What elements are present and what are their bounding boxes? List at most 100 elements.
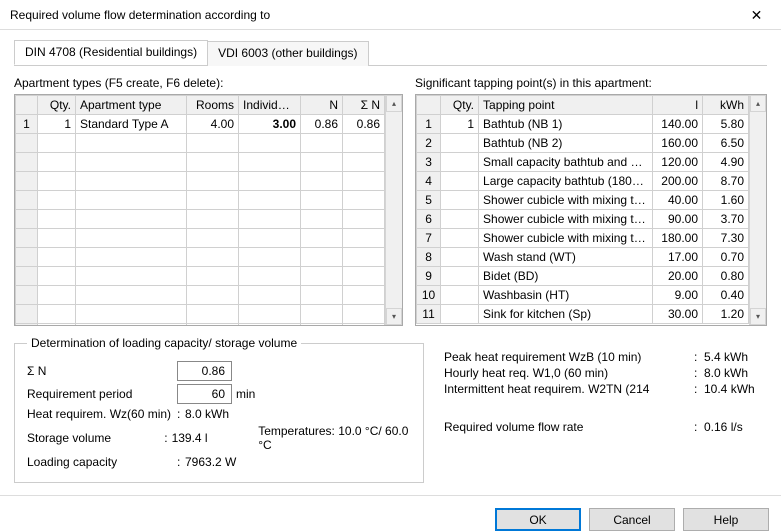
cell-l[interactable]: 200.00	[653, 172, 703, 191]
table-row[interactable]: 11Bathtub (NB 1)140.005.80	[417, 115, 749, 134]
cell-rooms[interactable]: 4.00	[187, 115, 239, 134]
cell-kwh[interactable]: 6.50	[703, 134, 749, 153]
cell-qty[interactable]	[441, 153, 479, 172]
cell-l[interactable]: 30.00	[653, 305, 703, 324]
col-sumn[interactable]: Σ N	[343, 96, 385, 115]
cell-individuals[interactable]: 3.00	[239, 115, 301, 134]
cell-l[interactable]: 120.00	[653, 153, 703, 172]
cell-kwh[interactable]: 0.70	[703, 248, 749, 267]
cell-kwh[interactable]: 4.90	[703, 153, 749, 172]
cell-qty[interactable]	[441, 286, 479, 305]
scroll-track[interactable]	[750, 112, 766, 308]
col-rooms[interactable]: Rooms	[187, 96, 239, 115]
cell-kwh[interactable]: 1.20	[703, 305, 749, 324]
table-row[interactable]: 5Shower cubicle with mixing tap …40.001.…	[417, 191, 749, 210]
apartment-types-scrollbar[interactable]: ▴ ▾	[385, 95, 402, 325]
table-row[interactable]: 7Shower cubicle with mixing tap …180.007…	[417, 229, 749, 248]
cell-qty[interactable]	[441, 305, 479, 324]
cell-qty[interactable]: 1	[38, 115, 76, 134]
cell-n[interactable]: 0.86	[301, 115, 343, 134]
table-row[interactable]	[16, 229, 385, 248]
table-row[interactable]	[16, 286, 385, 305]
cell-tapping-point[interactable]: Shower cubicle with mixing tap …	[479, 210, 653, 229]
tab-din4708[interactable]: DIN 4708 (Residential buildings)	[14, 40, 208, 65]
col-individuals[interactable]: Individuals	[239, 96, 301, 115]
scroll-up-icon[interactable]: ▴	[386, 95, 402, 112]
cell-qty[interactable]	[441, 229, 479, 248]
requirement-period-input[interactable]	[177, 384, 232, 404]
table-row[interactable]: 8Wash stand (WT)17.000.70	[417, 248, 749, 267]
cell-tapping-point[interactable]: Wash stand (WT)	[479, 248, 653, 267]
cell-kwh[interactable]: 0.40	[703, 286, 749, 305]
table-row[interactable]	[16, 248, 385, 267]
col-qty[interactable]: Qty.	[441, 96, 479, 115]
tab-vdi6003[interactable]: VDI 6003 (other buildings)	[207, 41, 368, 66]
cell-tapping-point[interactable]: Small capacity bathtub and step…	[479, 153, 653, 172]
tapping-points-scrollbar[interactable]: ▴ ▾	[749, 95, 766, 325]
table-row[interactable]: 2Bathtub (NB 2)160.006.50	[417, 134, 749, 153]
cell-tapping-point[interactable]: Washbasin (HT)	[479, 286, 653, 305]
table-row[interactable]: 11Sink for kitchen (Sp)30.001.20	[417, 305, 749, 324]
cell-tapping-point[interactable]: Bidet (BD)	[479, 267, 653, 286]
table-row[interactable]	[16, 267, 385, 286]
table-row[interactable]	[16, 324, 385, 326]
cell-l[interactable]: 90.00	[653, 210, 703, 229]
table-row[interactable]: 4Large capacity bathtub (1800x7…200.008.…	[417, 172, 749, 191]
cell-tapping-point[interactable]: Sink for kitchen (Sp)	[479, 305, 653, 324]
scroll-up-icon[interactable]: ▴	[750, 95, 766, 112]
table-row[interactable]	[16, 210, 385, 229]
scroll-down-icon[interactable]: ▾	[386, 308, 402, 325]
ok-button[interactable]: OK	[495, 508, 581, 531]
sumn-input[interactable]	[177, 361, 232, 381]
cell-kwh[interactable]: 1.60	[703, 191, 749, 210]
cell-type[interactable]: Standard Type A	[76, 115, 187, 134]
cell-kwh[interactable]: 5.80	[703, 115, 749, 134]
cancel-button[interactable]: Cancel	[589, 508, 675, 531]
table-row[interactable]: 6Shower cubicle with mixing tap …90.003.…	[417, 210, 749, 229]
cell-qty[interactable]	[441, 191, 479, 210]
cell-tapping-point[interactable]: Large capacity bathtub (1800x7…	[479, 172, 653, 191]
cell-l[interactable]: 140.00	[653, 115, 703, 134]
col-kwh[interactable]: kWh	[703, 96, 749, 115]
cell-l[interactable]: 40.00	[653, 191, 703, 210]
apartment-types-table: Qty. Apartment type Rooms Individuals N …	[14, 94, 403, 326]
cell-qty[interactable]	[441, 210, 479, 229]
table-row[interactable]: 9Bidet (BD)20.000.80	[417, 267, 749, 286]
cell-qty[interactable]	[441, 172, 479, 191]
cell-kwh[interactable]: 0.80	[703, 267, 749, 286]
table-row[interactable]: 10Washbasin (HT)9.000.40	[417, 286, 749, 305]
close-button[interactable]: ✕	[734, 1, 779, 29]
cell-qty[interactable]	[441, 248, 479, 267]
col-type[interactable]: Apartment type	[76, 96, 187, 115]
cell-qty[interactable]	[441, 267, 479, 286]
cell-l[interactable]: 9.00	[653, 286, 703, 305]
col-tapping-point[interactable]: Tapping point	[479, 96, 653, 115]
table-row[interactable]	[16, 134, 385, 153]
table-row[interactable]: 11Standard Type A4.003.000.860.86	[16, 115, 385, 134]
col-l[interactable]: l	[653, 96, 703, 115]
cell-l[interactable]: 20.00	[653, 267, 703, 286]
cell-tapping-point[interactable]: Bathtub (NB 1)	[479, 115, 653, 134]
cell-kwh[interactable]: 7.30	[703, 229, 749, 248]
cell-tapping-point[interactable]: Shower cubicle with mixing tap …	[479, 191, 653, 210]
cell-qty[interactable]	[441, 134, 479, 153]
cell-l[interactable]: 17.00	[653, 248, 703, 267]
scroll-down-icon[interactable]: ▾	[750, 308, 766, 325]
help-button[interactable]: Help	[683, 508, 769, 531]
cell-sumn[interactable]: 0.86	[343, 115, 385, 134]
table-row[interactable]	[16, 305, 385, 324]
cell-tapping-point[interactable]: Bathtub (NB 2)	[479, 134, 653, 153]
table-row[interactable]	[16, 191, 385, 210]
scroll-track[interactable]	[386, 112, 402, 308]
cell-kwh[interactable]: 3.70	[703, 210, 749, 229]
cell-l[interactable]: 180.00	[653, 229, 703, 248]
cell-tapping-point[interactable]: Shower cubicle with mixing tap …	[479, 229, 653, 248]
table-row[interactable]	[16, 172, 385, 191]
col-qty[interactable]: Qty.	[38, 96, 76, 115]
table-row[interactable]: 3Small capacity bathtub and step…120.004…	[417, 153, 749, 172]
table-row[interactable]	[16, 153, 385, 172]
cell-qty[interactable]: 1	[441, 115, 479, 134]
cell-kwh[interactable]: 8.70	[703, 172, 749, 191]
cell-l[interactable]: 160.00	[653, 134, 703, 153]
col-n[interactable]: N	[301, 96, 343, 115]
